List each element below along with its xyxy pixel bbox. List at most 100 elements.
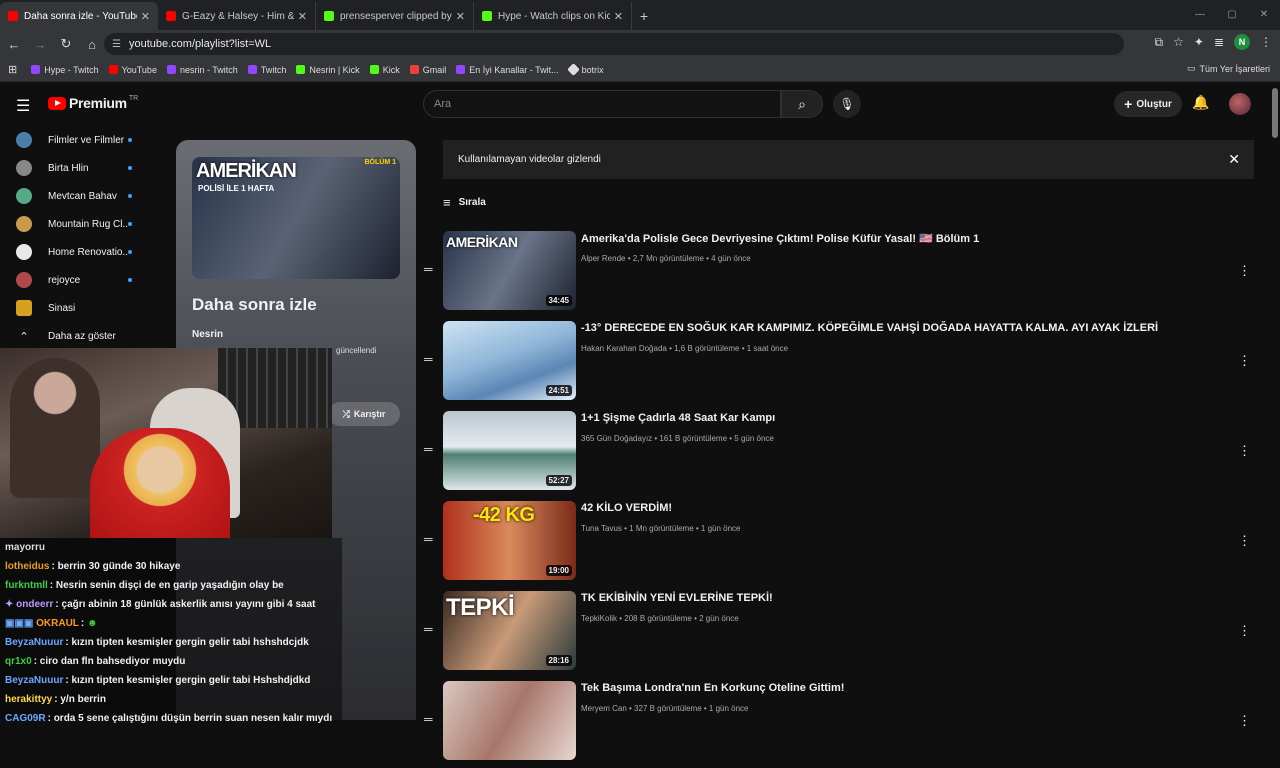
webcam-streamer (90, 428, 230, 538)
url-input[interactable]: ☰ youtube.com/playlist?list=WL (104, 33, 1124, 55)
bookmark-item[interactable]: Kick (369, 65, 400, 75)
playlist-video-row[interactable]: ═ 52:27 1+1 Şişme Çadırla 48 Saat Kar Ka… (420, 408, 1270, 498)
drag-handle-icon[interactable]: ═ (424, 712, 433, 726)
video-title[interactable]: -13° DERECEDE EN SOĞUK KAR KAMPIMIZ. KÖP… (581, 322, 1158, 334)
bookmark-item[interactable]: botrix (566, 63, 604, 76)
video-thumbnail[interactable]: TEPKİ 28:16 (443, 591, 576, 670)
close-icon[interactable]: ✕ (1228, 151, 1240, 168)
drag-handle-icon[interactable]: ═ (424, 442, 433, 456)
youtube-premium-logo[interactable]: Premium TR (48, 95, 138, 111)
sidebar-subscription-item[interactable]: Mountain Rug Cl... (0, 210, 160, 238)
close-tab-icon[interactable]: ✕ (141, 10, 150, 23)
bookmark-label: Gmail (422, 64, 447, 75)
playlist-video-row[interactable]: ═ -42 KG 19:00 42 KİLO VERDİM! Tuna Tavus… (420, 498, 1270, 588)
apps-grid-icon[interactable]: ⊞ (8, 63, 17, 76)
playlist-owner[interactable]: Nesrin (192, 329, 223, 340)
reading-list-icon[interactable]: ≣ (1214, 35, 1224, 49)
bookmark-item[interactable]: Gmail (409, 64, 447, 75)
channel-name[interactable]: 365 Gün Doğadayız (581, 434, 652, 443)
video-thumbnail[interactable]: AMERİKAN 34:45 (443, 231, 576, 310)
bookmark-item[interactable]: nesrin - Twitch (166, 65, 238, 75)
sidebar-subscription-item[interactable]: Sinasi (0, 294, 160, 322)
bookmark-item[interactable]: Nesrin | Kick (296, 65, 360, 75)
view-count: 1 Mn görüntüleme (629, 524, 694, 533)
search-icon[interactable]: ⌕ (781, 90, 823, 118)
browser-menu-icon[interactable]: ⋮ (1260, 35, 1272, 49)
new-tab-icon[interactable]: + (632, 2, 656, 30)
search-input[interactable]: Ara (423, 90, 781, 118)
chat-message: lotheidus: berrin 30 günde 30 hikaye (5, 561, 181, 572)
video-title[interactable]: 1+1 Şişme Çadırla 48 Saat Kar Kampı (581, 412, 775, 424)
chat-message: BeyzaNuuur: kızın tipten kesmişler gergi… (5, 675, 311, 686)
video-thumbnail[interactable]: 24:51 (443, 321, 576, 400)
chat-message: mayorru (0, 538, 342, 557)
drag-handle-icon[interactable]: ═ (424, 622, 433, 636)
more-options-icon[interactable]: ⋮ (1238, 623, 1251, 639)
drag-handle-icon[interactable]: ═ (424, 532, 433, 546)
browser-tab[interactable]: prensesperver clipped by kreazi ✕ (316, 2, 474, 30)
bookmark-star-icon[interactable]: ☆ (1173, 35, 1184, 49)
browser-tab[interactable]: Daha sonra izle - YouTube ✕ (0, 2, 158, 30)
user-avatar[interactable] (1229, 93, 1251, 115)
playlist-video-row[interactable]: ═ AMERİKAN 34:45 Amerika'da Polisle Gece … (420, 228, 1270, 318)
sort-button[interactable]: ≡ Sırala (443, 195, 486, 210)
more-options-icon[interactable]: ⋮ (1238, 353, 1251, 369)
chat-message: BeyzaNuuur: kızın tipten kesmişler gergi… (5, 637, 309, 648)
microphone-icon[interactable]: 🎙 (833, 90, 861, 118)
more-options-icon[interactable]: ⋮ (1238, 533, 1251, 549)
sidebar-subscription-item[interactable]: Filmler ve Filmler (0, 126, 160, 154)
channel-name[interactable]: Alper Rende (581, 254, 625, 263)
sidebar-subscription-item[interactable]: Home Renovatio... (0, 238, 160, 266)
sidebar-subscription-item[interactable]: rejoyce (0, 266, 160, 294)
profile-avatar[interactable]: N (1234, 34, 1250, 50)
video-thumbnail[interactable]: -42 KG 19:00 (443, 501, 576, 580)
forward-icon[interactable]: → (28, 32, 52, 56)
playlist-video-row[interactable]: ═ 24:51 -13° DERECEDE EN SOĞUK KAR KAMPI… (420, 318, 1270, 408)
close-window-icon[interactable]: ✕ (1248, 0, 1280, 28)
bookmark-item[interactable]: En İyi Kanallar - Twit... (456, 65, 559, 75)
channel-name[interactable]: Tuna Tavus (581, 524, 622, 533)
more-options-icon[interactable]: ⋮ (1238, 443, 1251, 459)
notifications-bell-icon[interactable]: 🔔 (1192, 94, 1209, 111)
back-icon[interactable]: ← (2, 32, 26, 56)
menu-icon[interactable]: ☰ (16, 96, 30, 116)
reload-icon[interactable]: ↻ (54, 32, 78, 56)
install-app-icon[interactable]: ⧉ (1155, 35, 1164, 50)
more-options-icon[interactable]: ⋮ (1238, 713, 1251, 729)
channel-name[interactable]: TepkiKolik (581, 614, 617, 623)
playlist-video-row[interactable]: ═ Tek Başıma Londra'nın En Korkunç Oteli… (420, 678, 1270, 768)
drag-handle-icon[interactable]: ═ (424, 262, 433, 276)
channel-name[interactable]: Meryem Can (581, 704, 627, 713)
sidebar-subscription-item[interactable]: Birta Hlin (0, 154, 160, 182)
page-scrollbar[interactable] (1272, 88, 1278, 138)
all-bookmarks[interactable]: ▭ Tüm Yer İşaretleri (1187, 63, 1270, 74)
drag-handle-icon[interactable]: ═ (424, 352, 433, 366)
close-tab-icon[interactable]: ✕ (456, 10, 465, 23)
create-button[interactable]: + Oluştur (1114, 91, 1182, 117)
show-less-button[interactable]: ⌃ Daha az göster (0, 322, 160, 350)
sidebar-subscription-item[interactable]: Mevtcan Bahav (0, 182, 160, 210)
site-info-icon[interactable]: ☰ (112, 39, 121, 50)
bookmark-item[interactable]: YouTube (108, 65, 157, 75)
close-tab-icon[interactable]: ✕ (298, 10, 307, 23)
playlist-video-row[interactable]: ═ TEPKİ 28:16 TK EKİBİNİN YENİ EVLERİNE T… (420, 588, 1270, 678)
browser-tab[interactable]: Hype - Watch clips on Kick ✕ (474, 2, 632, 30)
video-title[interactable]: TK EKİBİNİN YENİ EVLERİNE TEPKİ! (581, 592, 773, 604)
maximize-icon[interactable]: ▢ (1216, 0, 1248, 28)
close-tab-icon[interactable]: ✕ (614, 10, 623, 23)
extensions-icon[interactable]: ✦ (1194, 35, 1204, 49)
video-title[interactable]: 42 KİLO VERDİM! (581, 502, 672, 514)
video-title[interactable]: Tek Başıma Londra'nın En Korkunç Oteline… (581, 682, 844, 694)
video-thumbnail[interactable] (443, 681, 576, 760)
playlist-thumbnail[interactable]: AMERİKAN POLİSİ İLE 1 HAFTA BÖLÜM 1 (192, 157, 400, 279)
home-icon[interactable]: ⌂ (80, 32, 104, 56)
more-options-icon[interactable]: ⋮ (1238, 263, 1251, 279)
minimize-icon[interactable]: — (1184, 0, 1216, 28)
browser-tab[interactable]: G-Eazy & Halsey - Him & I (Lyri ✕ (158, 2, 316, 30)
bookmark-item[interactable]: Twitch (247, 65, 286, 75)
channel-name[interactable]: Hakan Karahan Doğada (581, 344, 667, 353)
video-thumbnail[interactable]: 52:27 (443, 411, 576, 490)
video-title[interactable]: Amerika'da Polisle Gece Devriyesine Çıkt… (581, 232, 979, 245)
bookmark-item[interactable]: Hype - Twitch (31, 65, 99, 75)
shuffle-button[interactable]: ⤮ Karıştır (328, 402, 400, 426)
